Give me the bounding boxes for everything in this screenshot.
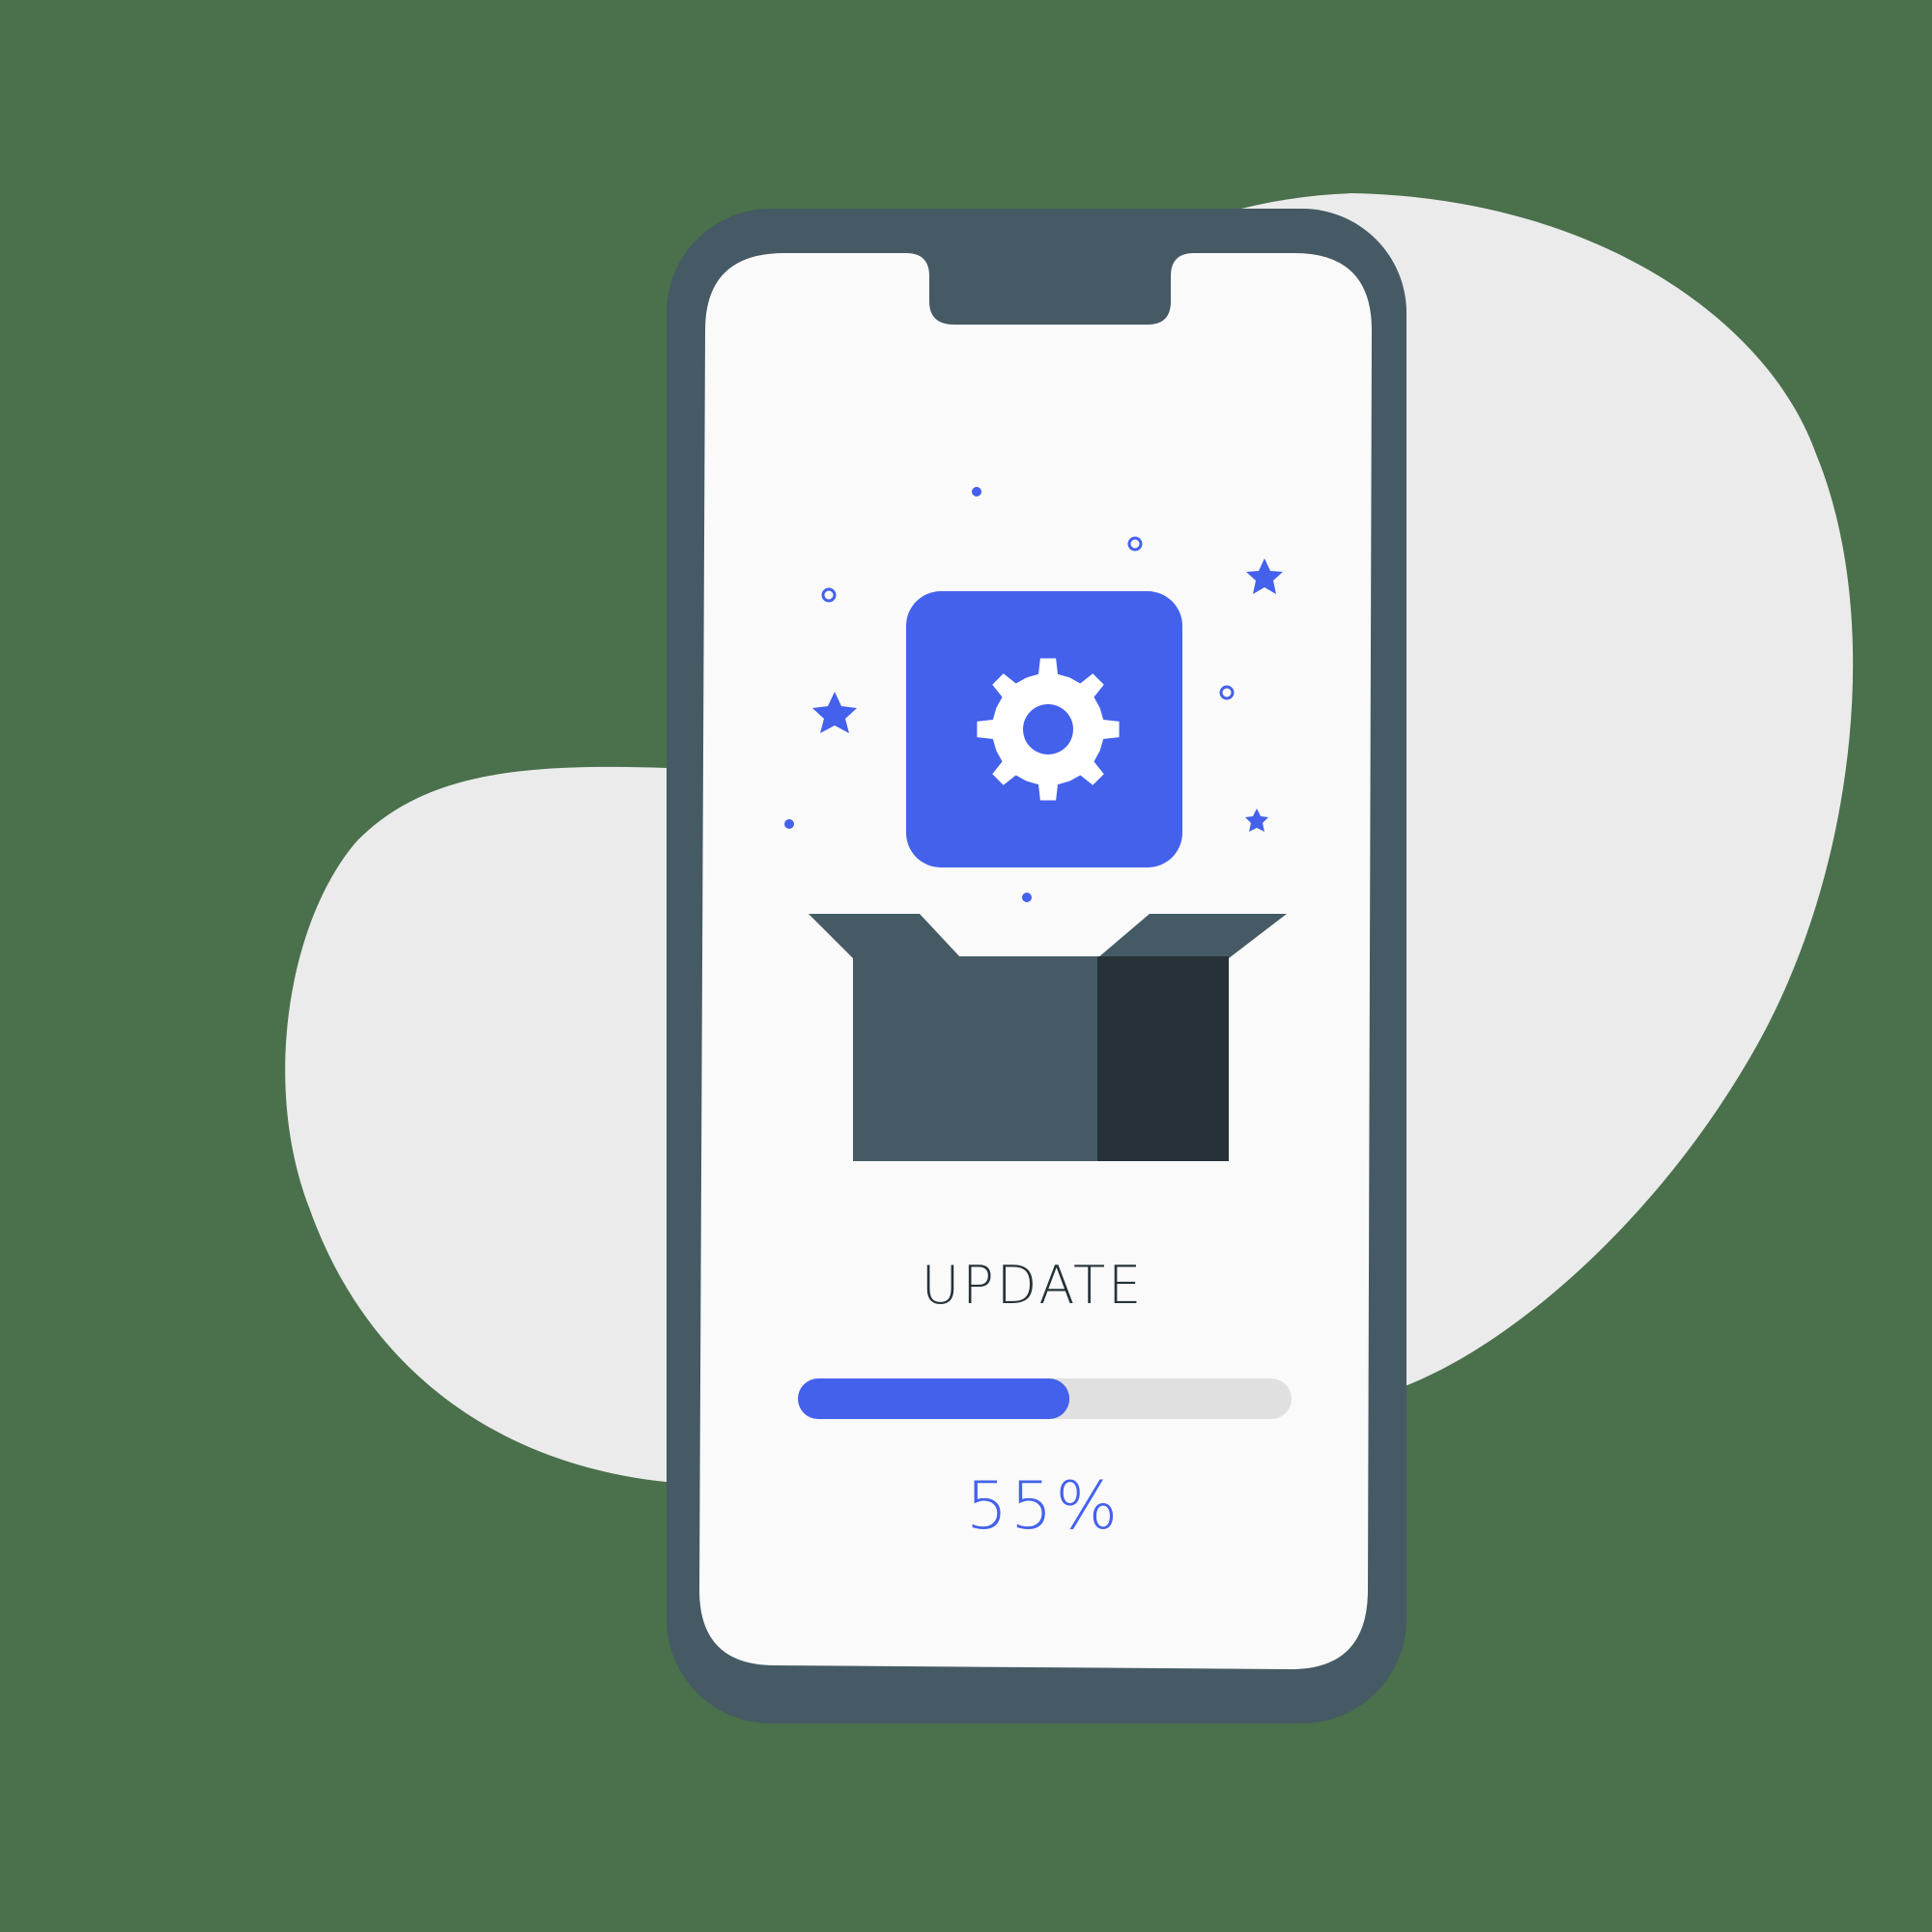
gear-icon	[977, 658, 1120, 801]
progress-fill	[798, 1378, 1070, 1419]
progress-percent: 55%	[966, 1468, 1121, 1545]
box-front	[853, 956, 1098, 1161]
update-title: UPDATE	[922, 1255, 1145, 1316]
box-side	[1097, 956, 1229, 1161]
dot-decoration	[972, 487, 981, 497]
dot-decoration	[1022, 893, 1032, 902]
dot-decoration	[784, 819, 794, 829]
update-illustration: UPDATE 55%	[285, 193, 1854, 1723]
